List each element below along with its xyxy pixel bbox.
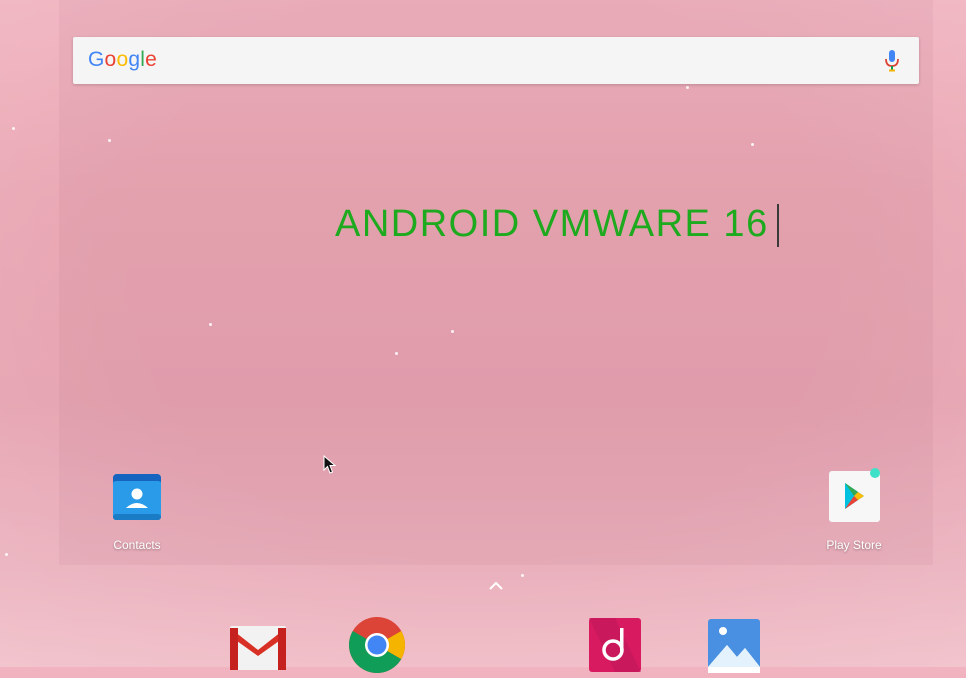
wallpaper-sparkle [209,323,212,326]
wallpaper-sparkle [12,127,15,130]
mouse-cursor-icon [323,455,337,474]
wallpaper-sparkle [108,139,111,142]
contacts-label: Contacts [113,538,161,552]
google-search-bar[interactable]: Google [73,37,919,84]
wallpaper-sparkle [751,143,754,146]
photos-icon[interactable] [705,617,763,675]
app-drawer-chevron-icon[interactable] [487,580,505,592]
mic-icon[interactable] [883,49,901,73]
google-logo: Google [88,48,157,72]
google-logo-letter: o [116,48,129,71]
wallpaper-sparkle [451,330,454,333]
home-workspace [59,0,933,565]
wallpaper-sparkle [5,553,8,556]
music-icon[interactable] [586,616,644,674]
play-store-label: Play Store [826,538,882,552]
wallpaper-sparkle [521,574,524,577]
gmail-icon[interactable] [229,620,287,678]
google-logo-letter: g [128,48,141,71]
wallpaper-sparkle [686,86,689,89]
text-caret [777,204,779,247]
wallpaper-sparkle [395,352,398,355]
chrome-icon[interactable] [348,616,406,674]
google-logo-letter: G [88,48,105,71]
play-store-icon[interactable] [828,468,882,522]
google-logo-letter: o [104,48,117,71]
overlay-title: ANDROID VMWARE 16 [335,203,769,245]
google-logo-letter: e [145,48,157,71]
contacts-icon[interactable] [110,470,164,524]
